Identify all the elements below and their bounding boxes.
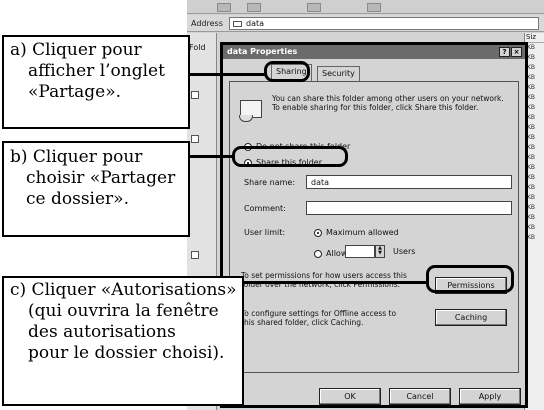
spinner-arrows-icon[interactable]: ▲ ▼ bbox=[375, 245, 385, 258]
callout-c-connector bbox=[244, 281, 428, 284]
radio-button[interactable] bbox=[314, 249, 322, 258]
close-button[interactable]: × bbox=[511, 47, 522, 57]
address-field[interactable]: data bbox=[229, 17, 539, 30]
callout-a: a) Cliquer pour afficher l’onglet «Parta… bbox=[2, 35, 190, 129]
address-label: Address bbox=[191, 19, 223, 28]
dialog-title: data Properties bbox=[227, 47, 298, 56]
explorer-toolbar bbox=[187, 0, 544, 14]
callout-b: b) Cliquer pour choisir «Partager ce dos… bbox=[2, 141, 190, 237]
callout-c-line: (qui ouvrira la fenêtre bbox=[28, 301, 219, 321]
help-button[interactable]: ? bbox=[499, 47, 510, 57]
callout-b-line: b) Cliquer pour bbox=[10, 147, 143, 167]
address-bar: Address data bbox=[187, 15, 544, 32]
share-name-label: Share name: bbox=[244, 178, 296, 187]
callout-a-line: a) Cliquer pour bbox=[10, 40, 142, 60]
comment-field[interactable] bbox=[306, 201, 512, 215]
callout-b-line: choisir «Partager bbox=[26, 168, 176, 188]
sharing-tab-highlight bbox=[264, 61, 310, 82]
user-limit-label: User limit: bbox=[244, 228, 286, 237]
sharing-description: You can share this folder among other us… bbox=[272, 94, 504, 112]
users-count-field[interactable] bbox=[345, 245, 375, 258]
tab-security[interactable]: Security bbox=[317, 66, 360, 81]
callout-c: c) Cliquer «Autorisations» (qui ouvrira … bbox=[2, 276, 244, 406]
folders-pane-label: Fold bbox=[189, 43, 206, 52]
users-label: Users bbox=[393, 247, 416, 256]
tree-expand-icon[interactable] bbox=[191, 251, 199, 259]
radio-allow[interactable]: Allow bbox=[314, 248, 347, 259]
permissions-description: To set permissions for how users access … bbox=[241, 271, 407, 289]
address-value: data bbox=[246, 19, 265, 28]
tree-expand-icon[interactable] bbox=[191, 91, 199, 99]
caching-button[interactable]: Caching bbox=[435, 309, 507, 326]
callout-c-line: des autorisations bbox=[28, 322, 176, 342]
dialog-titlebar[interactable]: data Properties ? × bbox=[223, 45, 525, 59]
folders-icon[interactable] bbox=[307, 3, 321, 12]
offline-description: To configure settings for Offline access… bbox=[241, 309, 397, 327]
callout-b-connector bbox=[190, 155, 234, 158]
properties-dialog: data Properties ? × General Sharing Secu… bbox=[220, 42, 528, 408]
callout-c-line: c) Cliquer «Autorisations» bbox=[10, 280, 237, 300]
radio-button-selected[interactable] bbox=[314, 228, 322, 237]
share-folder-highlight bbox=[232, 146, 348, 167]
tree-expand-icon[interactable] bbox=[191, 135, 199, 143]
forward-icon[interactable] bbox=[247, 3, 261, 12]
callout-a-line: «Partage». bbox=[28, 82, 122, 102]
sharing-panel: You can share this folder among other us… bbox=[229, 81, 519, 373]
permissions-highlight bbox=[426, 265, 514, 293]
back-icon[interactable] bbox=[217, 3, 231, 12]
radio-maximum-allowed[interactable]: Maximum allowed bbox=[314, 227, 399, 238]
maximum-allowed-label: Maximum allowed bbox=[326, 228, 399, 237]
ok-button[interactable]: OK bbox=[319, 388, 381, 405]
share-name-field[interactable]: data bbox=[306, 175, 512, 189]
callout-a-line: afficher l’onglet bbox=[28, 61, 165, 81]
views-icon[interactable] bbox=[367, 3, 381, 12]
cancel-button[interactable]: Cancel bbox=[389, 388, 451, 405]
callout-b-line: ce dossier». bbox=[26, 189, 129, 209]
callout-c-line: pour le dossier choisi). bbox=[28, 343, 225, 363]
callout-a-connector bbox=[190, 73, 266, 76]
comment-label: Comment: bbox=[244, 204, 286, 213]
folder-icon bbox=[233, 21, 242, 27]
apply-button[interactable]: Apply bbox=[459, 388, 521, 405]
shared-folder-icon bbox=[239, 100, 262, 122]
